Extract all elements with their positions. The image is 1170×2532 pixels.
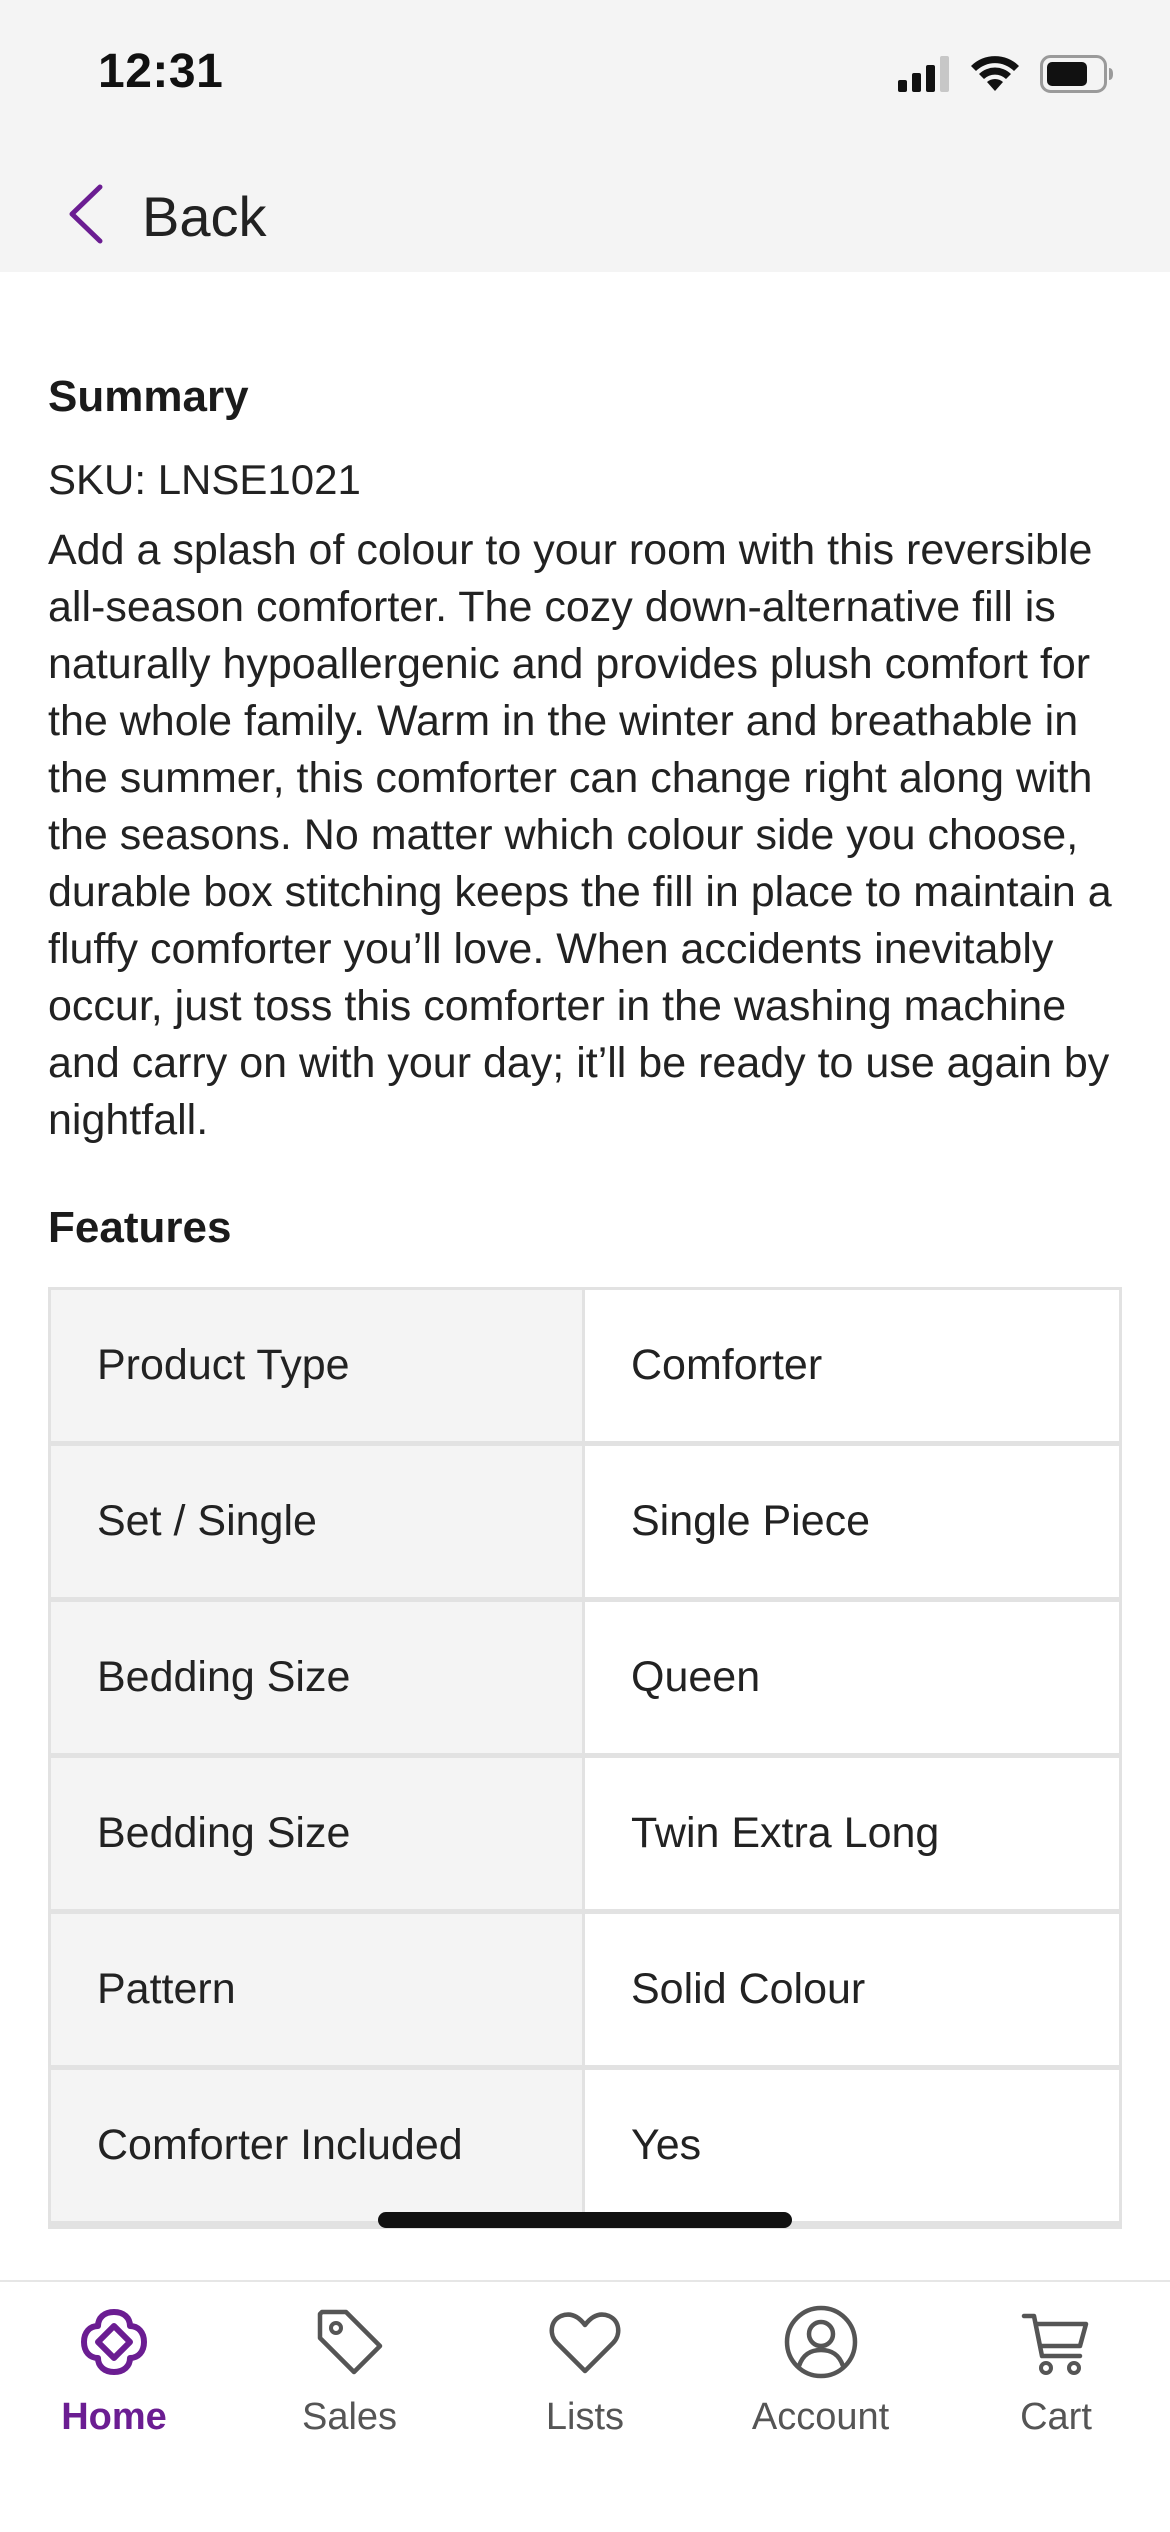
tab-home[interactable]: Home [14, 2282, 214, 2462]
back-label: Back [142, 184, 267, 248]
features-row-bedding-size: Bedding Size Queen [51, 1602, 1119, 1758]
sku-text: SKU: LNSE1021 [48, 456, 361, 503]
feature-label: Pattern [51, 1914, 585, 2065]
features-table: Product Type Comforter Set / Single Sing… [48, 1287, 1122, 2229]
tab-bar: Home Sales Lists Account Cart [0, 2280, 1170, 2532]
home-logo-icon [76, 2302, 152, 2382]
product-details: Summary SKU: LNSE1021 Add a splash of co… [0, 272, 1170, 2280]
feature-value: Twin Extra Long [585, 1758, 1119, 1909]
tag-icon [312, 2302, 388, 2382]
feature-value: Comforter [585, 1290, 1119, 1441]
heart-icon [547, 2302, 623, 2382]
status-time: 12:31 [98, 45, 224, 98]
feature-value: Queen [585, 1602, 1119, 1753]
tabs: Home Sales Lists Account Cart [0, 2282, 1170, 2462]
tab-label: Lists [545, 2396, 625, 2438]
summary-title: Summary [48, 372, 249, 421]
features-row-bedding-size-2: Bedding Size Twin Extra Long [51, 1758, 1119, 1914]
feature-label: Set / Single [51, 1446, 585, 1597]
tab-label: Cart [1020, 2396, 1092, 2438]
feature-value: Single Piece [585, 1446, 1119, 1597]
status-icons [898, 54, 1114, 98]
tab-account[interactable]: Account [721, 2282, 921, 2462]
features-row-set-single: Set / Single Single Piece [51, 1446, 1119, 1602]
tab-label: Account [751, 2396, 890, 2438]
chevron-left-icon [66, 183, 106, 250]
features-title: Features [48, 1203, 232, 1252]
feature-label: Product Type [51, 1290, 585, 1441]
tab-sales[interactable]: Sales [250, 2282, 450, 2462]
status-bar: 12:31 [0, 0, 1170, 150]
nav-bar: Back [0, 160, 1170, 272]
battery-icon [1040, 54, 1114, 98]
features-row-product-type: Product Type Comforter [51, 1290, 1119, 1446]
feature-label: Comforter Included [51, 2070, 585, 2221]
feature-label: Bedding Size [51, 1602, 585, 1753]
tab-lists[interactable]: Lists [485, 2282, 685, 2462]
feature-value: Solid Colour [585, 1914, 1119, 2065]
product-description: Add a splash of colour to your room with… [48, 526, 1112, 1144]
signal-icon [898, 55, 950, 97]
wifi-icon [970, 55, 1020, 98]
tab-label: Sales [301, 2396, 398, 2438]
top-area: 12:31 Back [0, 0, 1170, 272]
features-row-comforter-included: Comforter Included Yes [51, 2070, 1119, 2226]
features-row-pattern: Pattern Solid Colour [51, 1914, 1119, 2070]
home-indicator [378, 2212, 792, 2228]
tab-label: Home [61, 2396, 167, 2438]
back-button[interactable]: Back [66, 183, 267, 250]
feature-value: Yes [585, 2070, 1119, 2221]
tab-cart[interactable]: Cart [956, 2282, 1156, 2462]
cart-icon [1018, 2302, 1094, 2382]
account-icon [783, 2302, 859, 2382]
feature-label: Bedding Size [51, 1758, 585, 1909]
